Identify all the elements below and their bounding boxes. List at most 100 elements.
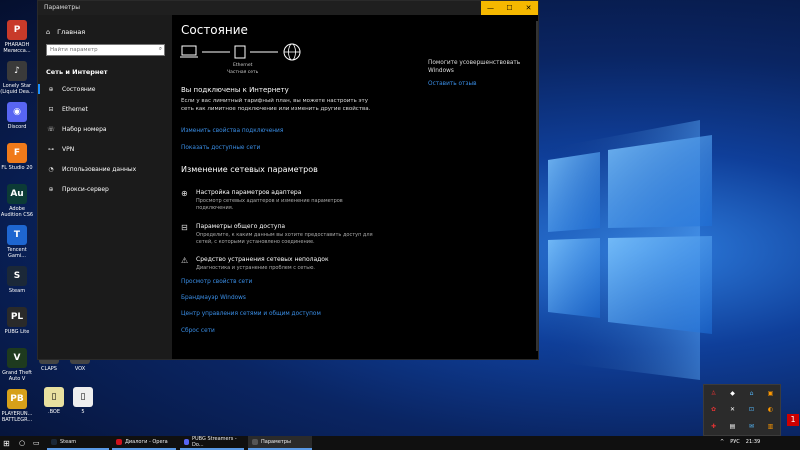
app-icon [116,439,122,445]
adapter-label: Ethernet [233,63,253,68]
sidebar-item-4[interactable]: ◔ Использование данных [38,161,172,177]
minimize-button[interactable]: — [481,1,500,15]
search-icon[interactable]: ○ [19,439,25,447]
setting-desc: Определите, к каким данным вы хотите пре… [196,232,373,245]
desktop-icon[interactable]: PL PUBG Lite [0,307,34,335]
task-view-icon[interactable]: ▭ [33,439,40,447]
tray-app-icon[interactable]: ▤ [723,418,742,435]
sidebar-item-3[interactable]: ⊶ VPN [38,141,172,157]
network-type-label: Частная сеть [227,70,259,75]
tray-overflow-popup: ♙ ◆ ⌂ ▣ ✿ ✕ ⊡ ◐ ✚ ▤ ✉ ▥ [703,384,781,436]
sidebar-item-2[interactable]: ☏ Набор номера [38,121,172,137]
taskbar-app-label: Диалоги - Opera [125,439,168,445]
app-icon: F [7,143,27,163]
desktop-icon-label: Grand Theft Auto V [2,370,32,382]
section-label: Сеть и Интернет [46,68,108,76]
settings-sidebar: ⌂ Главная Найти параметр ⌕ Сеть и Интерн… [38,15,172,359]
tray-chevron-icon[interactable]: ^ [720,439,724,445]
tray-app-icon[interactable]: ▣ [761,385,780,402]
desktop-icon[interactable]: S Steam [0,266,34,294]
taskbar-app-label: Steam [60,439,77,445]
tray-app-icon[interactable]: ◆ [723,385,742,402]
data-usage-icon: ◔ [48,165,54,173]
sidebar-item-0[interactable]: ⊕ Состояние [38,81,172,97]
globe-icon: ⊕ [48,85,54,93]
desktop-icon-label: CLAPS [40,366,57,372]
tray-app-icon[interactable]: ✿ [704,402,723,419]
network-reset-link[interactable]: Сброс сети [181,328,215,334]
home-icon: ⌂ [46,28,51,36]
network-sharing-center-link[interactable]: Центр управления сетями и общим доступом [181,311,321,317]
desktop-icon[interactable]: F FL Studio 20 [0,143,34,171]
taskbar-app-button[interactable]: Параметры [248,436,312,450]
close-button[interactable]: ✕ [519,1,538,15]
windows-firewall-link[interactable]: Брандмауэр Windows [181,295,246,301]
troubleshooter-setting[interactable]: ⚠ Средство устранения сетевых неполадок … [181,256,381,274]
start-icon[interactable]: ⊞ [3,439,10,448]
sharing-options-setting[interactable]: ⊟ Параметры общего доступа Определите, к… [181,223,381,245]
taskbar-app-button[interactable]: PUBG Streamers - Do... [180,436,244,450]
desktop-icon-label: PHARAOH Мелисса... [3,42,31,54]
search-input[interactable]: Найти параметр ⌕ [46,44,165,56]
desktop-icon[interactable]: V Grand Theft Auto V [0,348,34,382]
app-icon: ♪ [7,61,27,81]
tray-app-icon[interactable]: ✕ [723,402,742,419]
taskbar-app-button[interactable]: Диалоги - Opera [112,436,176,450]
taskbar: ⊞ ○ ▭ Steam Диалоги - Opera PUBG Streamers… [0,436,800,450]
desktop-icon-label: Lonely Star (Liquid Dea... [0,83,34,95]
settings-content: Состояние Ethernet Частная сеть Вы подкл… [172,15,538,359]
proxy-icon: ⊕ [48,185,54,193]
sidebar-item-1[interactable]: ⊟ Ethernet [38,101,172,117]
desktop-icon[interactable]: T Tencent Gami... [0,225,34,259]
desktop-icon[interactable]: P PHARAOH Мелисса... [0,20,34,54]
show-available-networks-link[interactable]: Показать доступные сети [181,145,260,151]
sidebar-item-5[interactable]: ⊕ Прокси-сервер [38,181,172,197]
connection-status-desc: Если у вас лимитный тарифный план, вы мо… [181,98,371,112]
tray-app-icon[interactable]: ✉ [742,418,761,435]
window-title: Параметры [44,4,80,11]
taskbar-app-label: PUBG Streamers - Do... [191,436,237,448]
desktop-icon[interactable]: ▯ 5 [66,387,100,415]
tray-app-icon[interactable]: ▥ [761,418,780,435]
tray-app-icon[interactable]: ✚ [704,418,723,435]
change-connection-properties-link[interactable]: Изменить свойства подключения [181,128,283,134]
content-scrollbar[interactable] [536,21,538,351]
desktop-icon[interactable]: PB PLAYERUN... BATTLEGR... [0,389,34,423]
adapter-icon: ⊕ [181,189,188,198]
sidebar-item-label: Использование данных [62,165,137,173]
app-icon [184,439,189,445]
sidebar-item-label: Прокси-сервер [62,185,109,193]
tray-app-icon[interactable]: ⌂ [742,385,761,402]
connection-status-heading: Вы подключены к Интернету [181,86,289,94]
warning-icon: ⚠ [181,256,189,265]
give-feedback-link[interactable]: Оставить отзыв [428,81,477,87]
sidebar-item-label: Набор номера [62,125,107,133]
file-icon: ▯ [44,387,64,407]
app-icon: ◉ [7,102,27,122]
language-indicator[interactable]: РУС [730,439,740,445]
window-titlebar[interactable]: Параметры — ☐ ✕ [38,1,538,15]
desktop-icon[interactable]: ♪ Lonely Star (Liquid Dea... [0,61,34,95]
desktop-icon[interactable]: ◉ Discord [0,102,34,130]
settings-window: Параметры — ☐ ✕ ⌂ Главная Найти параметр… [37,0,539,360]
tray-app-icon[interactable]: ◐ [761,402,780,419]
desktop-icon-label: 5 [81,409,85,415]
phone-icon: ☏ [47,125,55,133]
view-network-properties-link[interactable]: Просмотр свойств сети [181,279,252,285]
sidebar-item-label: Состояние [62,85,96,93]
app-icon: PL [7,307,27,327]
file-icon: ▯ [73,387,93,407]
desktop-icon[interactable]: Au Adobe Audition CS6 [0,184,34,218]
app-icon: P [7,20,27,40]
setting-desc: Просмотр сетевых адаптеров и изменение п… [196,198,343,211]
tray-app-icon[interactable]: ♙ [704,385,723,402]
desktop-icon-label: FL Studio 20 [1,165,33,171]
tray-app-icon[interactable]: ⊡ [742,402,761,419]
taskbar-app-button[interactable]: Steam [47,436,109,450]
notification-badge[interactable]: 1 [787,414,799,426]
nav-home[interactable]: ⌂ Главная [46,28,85,36]
clock[interactable]: 21:39 [746,439,760,445]
app-icon: PB [7,389,27,409]
adapter-options-setting[interactable]: ⊕ Настройка параметров адаптера Просмотр… [181,189,381,211]
maximize-button[interactable]: ☐ [500,1,519,15]
